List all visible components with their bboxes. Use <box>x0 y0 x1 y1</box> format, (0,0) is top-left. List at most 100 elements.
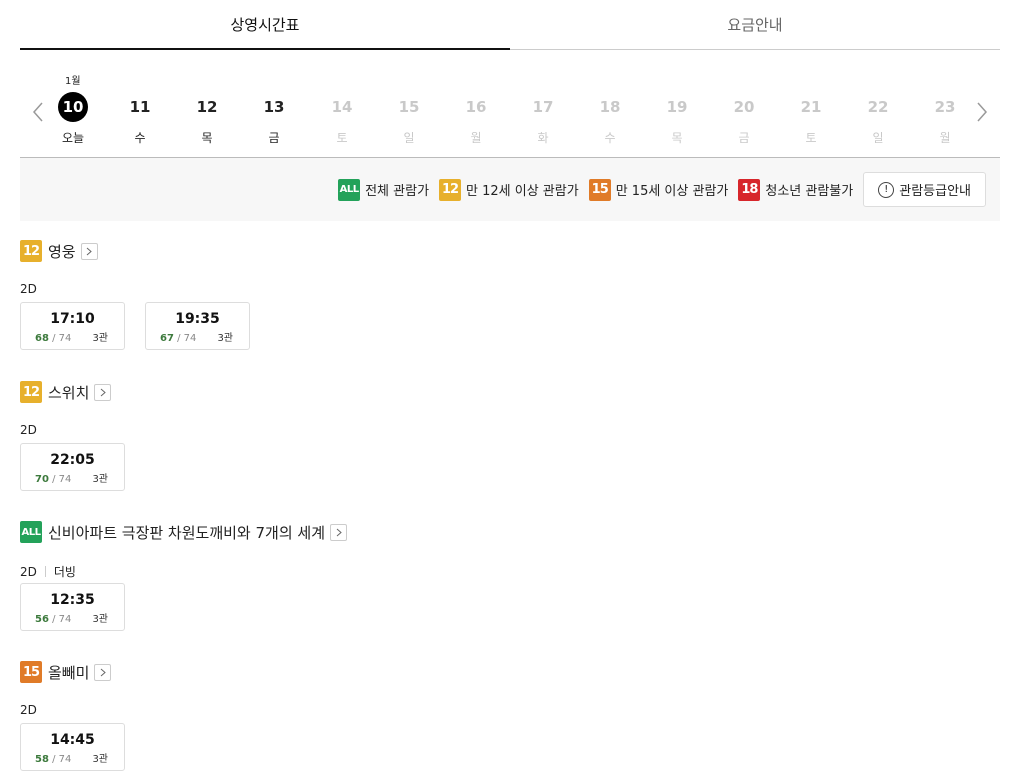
legend-item-all: ALL 전체 관람가 <box>338 178 430 201</box>
date-number: 21 <box>800 98 822 116</box>
screen-format: 2D <box>20 423 37 437</box>
showtime-button[interactable]: 14:45 58 / 74 3관 <box>20 723 125 771</box>
date-item[interactable]: 18 수 <box>590 92 630 146</box>
movie-title[interactable]: 영웅 <box>48 241 76 262</box>
date-item[interactable]: 17 화 <box>523 92 563 146</box>
date-number: 17 <box>532 98 554 116</box>
movie-title[interactable]: 신비아파트 극장판 차원도깨비와 7개의 세계 <box>48 522 325 543</box>
rating-all-icon: ALL <box>338 178 361 201</box>
date-number: 20 <box>733 98 755 116</box>
movie-title-row: 12 영웅 <box>20 240 1000 262</box>
seats-total: / 74 <box>52 474 72 485</box>
rating-info-label: 관람등급안내 <box>899 184 971 199</box>
date-item[interactable]: 19 목 <box>657 92 697 146</box>
movie-title[interactable]: 스위치 <box>48 382 89 403</box>
date-item[interactable]: 10 오늘 <box>53 92 93 146</box>
seats-total: / 74 <box>177 333 197 344</box>
rating-info-button[interactable]: ! 관람등급안내 <box>863 172 986 207</box>
rating-all-icon: ALL <box>20 521 42 543</box>
rating-12-icon: 12 <box>20 240 42 262</box>
date-number: 22 <box>867 98 889 116</box>
movie-detail-button[interactable] <box>94 383 112 401</box>
hall-label: 3관 <box>217 333 233 344</box>
format-label: 2D <box>20 703 37 717</box>
chevron-right-icon <box>977 102 988 122</box>
hall-label: 3관 <box>92 754 108 765</box>
legend-item-12: 12 만 12세 이상 관람가 <box>439 178 579 201</box>
showtime-time: 22:05 <box>50 452 95 468</box>
showtime-list: 14:45 58 / 74 3관 <box>20 723 145 771</box>
tab-pricing[interactable]: 요금안내 <box>510 0 1000 49</box>
rating-legend: ALL 전체 관람가 12 만 12세 이상 관람가 15 만 15세 이상 관… <box>20 158 1000 221</box>
date-number: 16 <box>465 98 487 116</box>
seat-count: 58 / 74 <box>35 754 71 765</box>
seat-count: 67 / 74 <box>160 333 196 344</box>
movie-title-row: 15 올빼미 <box>20 661 1000 683</box>
rating-12-icon: 12 <box>20 381 42 403</box>
hall-label: 3관 <box>92 333 108 344</box>
seats-available: 56 <box>35 614 49 625</box>
legend-item-18: 18 청소년 관람불가 <box>738 178 853 201</box>
movie-section: 15 올빼미 2D 14:45 58 / 74 3관 <box>20 661 1000 771</box>
movie-section: 12 영웅 2D 17:10 68 / 74 3관 19:35 67 / 74 … <box>20 240 1000 350</box>
legend-label: 만 15세 이상 관람가 <box>615 184 729 199</box>
date-weekday: 오늘 <box>61 131 85 145</box>
movie-title-row: 12 스위치 <box>20 381 1000 403</box>
legend-item-15: 15 만 15세 이상 관람가 <box>588 178 729 201</box>
date-item[interactable]: 11 수 <box>120 92 160 146</box>
showtime-time: 14:45 <box>50 732 95 748</box>
legend-label: 전체 관람가 <box>365 184 430 199</box>
date-item[interactable]: 15 일 <box>389 92 429 146</box>
date-number: 15 <box>398 98 420 116</box>
movie-detail-button[interactable] <box>80 242 98 260</box>
date-weekday: 목 <box>671 131 683 145</box>
date-item[interactable]: 14 토 <box>322 92 362 146</box>
showtime-button[interactable]: 17:10 68 / 74 3관 <box>20 302 125 350</box>
seats-available: 67 <box>160 333 174 344</box>
date-number: 12 <box>196 98 218 116</box>
seat-count: 56 / 74 <box>35 614 71 625</box>
format-divider <box>44 566 46 577</box>
showtime-list: 12:35 56 / 74 3관 <box>20 583 145 631</box>
showtime-button[interactable]: 19:35 67 / 74 3관 <box>145 302 250 350</box>
showtime-list: 22:05 70 / 74 3관 <box>20 443 145 491</box>
date-number: 11 <box>129 98 151 116</box>
date-weekday: 일 <box>403 131 415 145</box>
movie-detail-button[interactable] <box>330 523 348 541</box>
date-number: 19 <box>666 98 688 116</box>
date-weekday: 목 <box>201 131 213 145</box>
seats-total: / 74 <box>52 333 72 344</box>
date-item[interactable]: 23 월 <box>925 92 965 146</box>
showtime-button[interactable]: 22:05 70 / 74 3관 <box>20 443 125 491</box>
date-weekday: 일 <box>872 131 884 145</box>
date-item[interactable]: 22 일 <box>858 92 898 146</box>
hall-label: 3관 <box>92 474 108 485</box>
date-selector: 1월 10 오늘 11 수 12 목 13 금 14 토 15 일 16 월 17 화 18 수 … <box>20 50 1000 158</box>
seat-count: 68 / 74 <box>35 333 71 344</box>
rating-15-icon: 15 <box>588 178 611 201</box>
movie-detail-button[interactable] <box>94 663 112 681</box>
chevron-left-icon <box>32 102 43 122</box>
prev-dates-button[interactable] <box>28 98 48 126</box>
showtime-list: 17:10 68 / 74 3관 19:35 67 / 74 3관 <box>20 302 270 350</box>
movie-title[interactable]: 올빼미 <box>48 662 89 683</box>
date-item[interactable]: 20 금 <box>724 92 764 146</box>
next-dates-button[interactable] <box>972 98 992 126</box>
format-label: 2D <box>20 564 37 579</box>
showtime-time: 12:35 <box>50 592 95 608</box>
format-label: 2D <box>20 423 37 437</box>
date-item[interactable]: 21 토 <box>791 92 831 146</box>
date-item[interactable]: 12 목 <box>187 92 227 146</box>
showtime-button[interactable]: 12:35 56 / 74 3관 <box>20 583 125 631</box>
date-number: 18 <box>599 98 621 116</box>
tab-showtimes[interactable]: 상영시간표 <box>20 0 510 50</box>
format-label: 2D <box>20 282 37 296</box>
seats-available: 70 <box>35 474 49 485</box>
date-weekday: 수 <box>604 131 616 145</box>
chevron-right-icon <box>336 528 342 536</box>
date-item[interactable]: 13 금 <box>254 92 294 146</box>
date-number: 14 <box>331 98 353 116</box>
date-item[interactable]: 16 월 <box>456 92 496 146</box>
date-number: 23 <box>934 98 956 116</box>
seats-total: / 74 <box>52 614 72 625</box>
